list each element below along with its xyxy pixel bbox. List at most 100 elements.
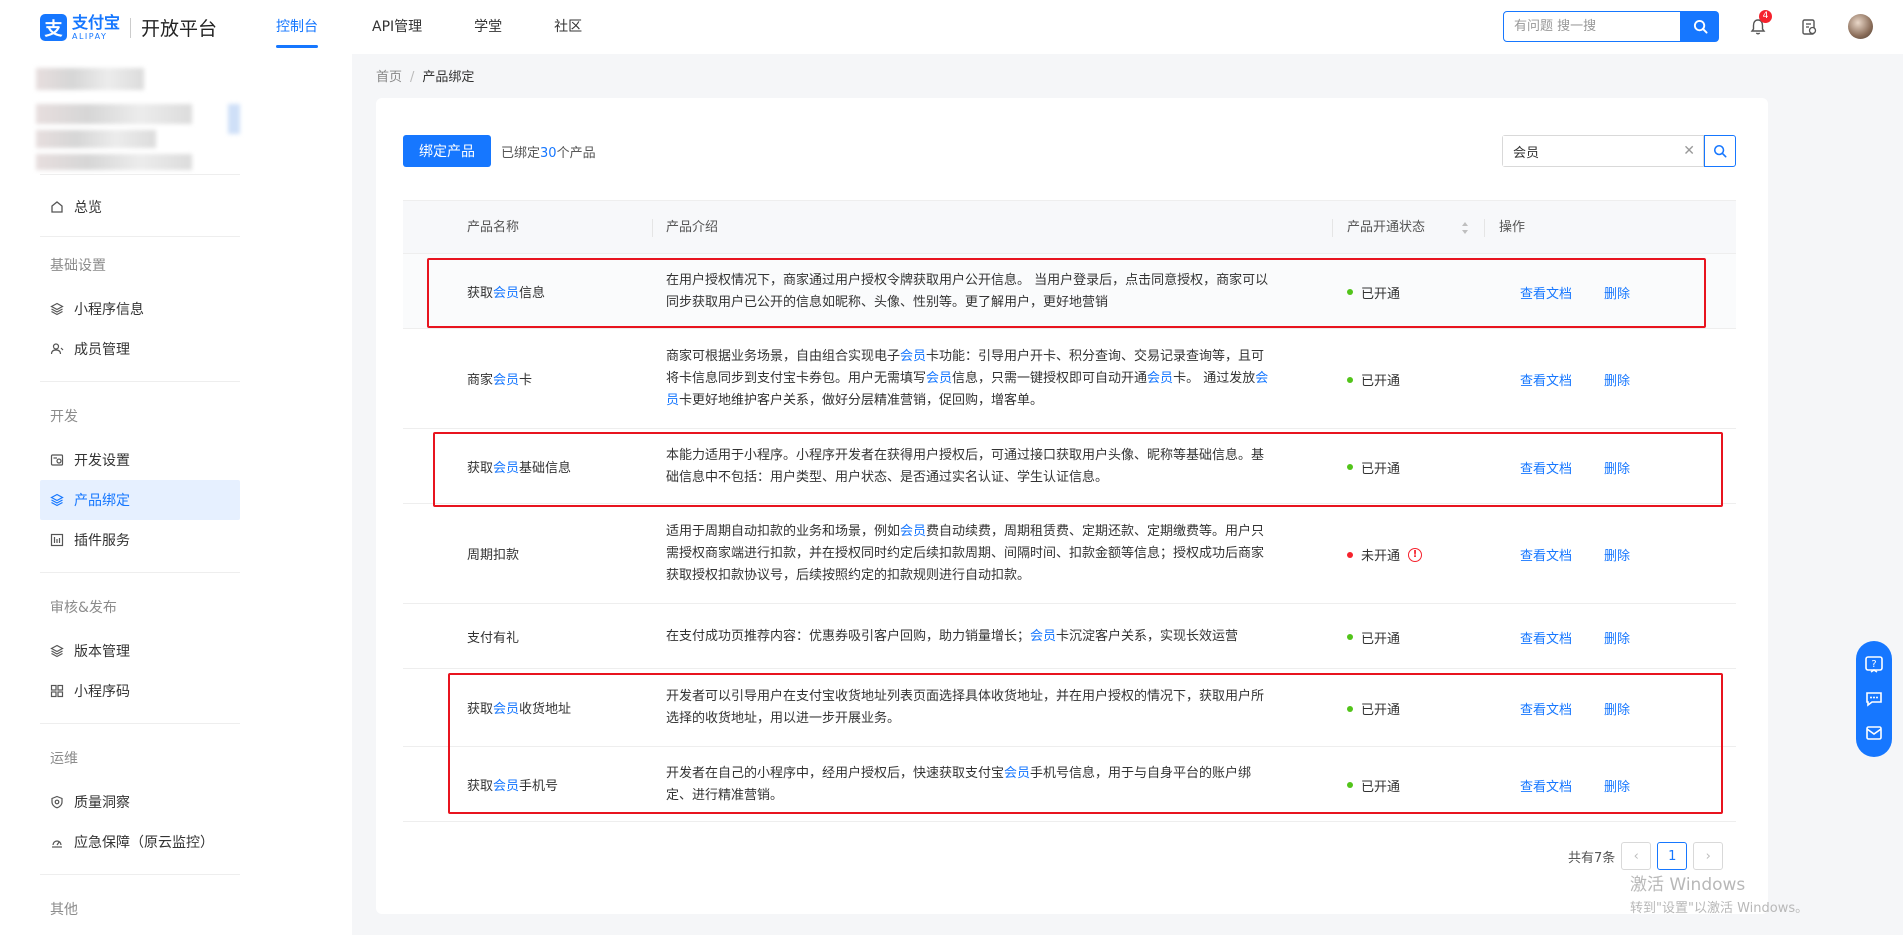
sidebar-item-0[interactable]: 小程序信息 [40,289,240,329]
page-1-button[interactable]: 1 [1657,842,1688,870]
view-docs-link[interactable]: 查看文档 [1520,628,1572,647]
tasks-button[interactable] [1796,14,1822,40]
sidebar-item-8[interactable]: 应急保障（原云监控） [40,822,240,862]
view-docs-link[interactable]: 查看文档 [1520,545,1572,564]
product-description: 在用户授权情况下，商家通过用户授权令牌获取用户公开信息。 当用户登录后，点击同意… [666,270,1316,314]
sidebar-item-5[interactable]: 版本管理 [40,631,240,671]
product-description: 适用于周期自动扣款的业务和场景，例如会员费自动续费，周期租赁费、定期还款、定期缴… [666,521,1316,587]
sidebar-divider [40,174,240,175]
user-avatar[interactable] [1848,14,1873,39]
product-filter-search-button[interactable] [1704,135,1736,167]
sidebar-item-6[interactable]: 小程序码 [40,671,240,711]
bind-product-button[interactable]: 绑定产品 [403,135,491,167]
nav-tab-2[interactable]: 学堂 [458,0,518,54]
keyword-highlight: 会员 [493,285,520,301]
row-actions: 查看文档 删除 [1520,699,1662,718]
description-text: 在支付成功页推荐内容：优惠券吸引客户回购，助力销量增长； [666,628,1031,644]
delete-link[interactable]: 删除 [1604,628,1630,647]
sidebar-item-label: 小程序码 [74,684,130,700]
keyword-highlight: 会员 [493,373,520,388]
product-name-text: 获取 [467,285,494,301]
row-actions: 查看文档 删除 [1520,545,1662,564]
status-text: 已开通 [1361,374,1401,389]
sidebar-item-label: 应急保障（原云监控） [74,835,214,851]
delete-link[interactable]: 删除 [1604,283,1630,302]
description-text: 在用户授权情况下，商家通过用户授权令牌获取用户公开信息。 当用户登录后，点击同意… [666,272,1269,288]
view-docs-link[interactable]: 查看文档 [1520,458,1572,477]
col-product-name: 产品名称 [467,220,520,235]
sidebar-item-1[interactable]: 成员管理 [40,329,240,369]
keyword-highlight: 会员 [926,371,953,386]
view-docs-link[interactable]: 查看文档 [1520,370,1572,389]
product-name-text: 收货地址 [519,702,572,717]
sidebar-item-4[interactable]: 插件服务 [40,520,240,560]
product-name: 获取会员手机号 [467,775,558,794]
clear-icon[interactable]: ✕ [1683,143,1695,159]
description-text: 开发者在自己的小程序中，经用户授权后，快速获取支付宝 [666,765,1005,781]
status-badge: 已开通 [1347,628,1400,647]
product-filter-input[interactable] [1503,136,1673,166]
status-dot-icon [1347,289,1353,295]
sidebar-item-label: 版本管理 [74,644,130,660]
global-search-button[interactable] [1681,11,1719,42]
product-filter[interactable]: ✕ [1502,135,1704,167]
sidebar-group-title: 运维 [50,751,78,767]
prev-page-button[interactable]: ‹ [1621,842,1652,870]
status-badge: 已开通 [1347,699,1400,718]
notification-badge: 4 [1759,10,1772,23]
description-line: 选择的收货地址，用以进一步开展业务。 [666,708,1316,730]
chat-icon[interactable] [1865,690,1883,708]
next-page-button[interactable]: › [1693,842,1724,870]
help-icon[interactable]: ? [1865,656,1883,674]
platform-title: 开放平台 [141,18,218,40]
delete-link[interactable]: 删除 [1604,545,1630,564]
nav-tab-1[interactable]: API管理 [356,0,438,54]
status-text: 已开通 [1361,631,1401,647]
description-text: 适用于周期自动扣款的业务和场景，例如 [666,524,901,539]
sidebar-item-7[interactable]: 质量洞察 [40,782,240,822]
product-name: 获取会员信息 [467,282,545,301]
gauge-icon [50,835,64,849]
sidebar-item-overview[interactable]: 总览 [40,187,240,227]
info-icon[interactable]: ! [1408,547,1423,562]
sidebar-item-2[interactable]: 开发设置 [40,440,240,480]
nav-tab-3[interactable]: 社区 [538,0,598,54]
description-text: 获取授权扣款协议号，后续按照约定的扣款规则进行自动扣款。 [666,568,1031,583]
sort-icon[interactable] [1461,221,1469,235]
global-search-input[interactable] [1504,12,1680,41]
table-header: 产品名称 产品介绍 产品开通状态 操作 [403,200,1736,254]
global-search[interactable] [1503,11,1681,42]
view-docs-link[interactable]: 查看文档 [1520,776,1572,795]
row-actions: 查看文档 删除 [1520,776,1662,795]
layers-icon [50,644,64,658]
description-line: 员卡更好地维护客户关系，做好分层精准营销，促回购，增客单。 [666,390,1316,412]
description-text: 础信息中不包括：用户类型、用户状态、是否通过实名认证、学生认证信息。 [666,469,1109,485]
product-table: 产品名称 产品介绍 产品开通状态 操作 获取会员信息 在用户授权情况下，商家通过用… [403,200,1736,822]
view-docs-link[interactable]: 查看文档 [1520,283,1572,302]
sidebar-item-3[interactable]: 产品绑定 [40,480,240,520]
top-bar: 支 支付宝 ALIPAY 开放平台 控制台 API管理学堂社区 4 [0,0,1903,54]
delete-link[interactable]: 删除 [1604,458,1630,477]
alipay-logo-mark: 支 [40,14,67,41]
status-text: 已开通 [1361,703,1401,718]
delete-link[interactable]: 删除 [1604,699,1630,718]
watermark-line-2: 转到"设置"以激活 Windows。 [1630,901,1809,916]
product-description: 开发者在自己的小程序中，经用户授权后，快速获取支付宝会员手机号信息，用于与自身平… [666,763,1316,807]
delete-link[interactable]: 删除 [1604,370,1630,389]
notification-button[interactable]: 4 [1745,10,1772,40]
product-binding-card: 绑定产品 已绑定30个产品 ✕ 产品名称 产品介绍 产品开通状态 操作 获取会员… [376,98,1768,914]
product-description: 在支付成功页推荐内容：优惠券吸引客户回购，助力销量增长；会员卡沉淀客户关系，实现… [666,626,1316,648]
col-product-intro: 产品介绍 [666,220,719,235]
view-docs-link[interactable]: 查看文档 [1520,699,1572,718]
alipay-logo[interactable]: 支 支付宝 ALIPAY 开放平台 [40,14,217,41]
brand-cn: 支付宝 [72,12,121,32]
description-text: 同步获取用户已公开的信息如昵称、头像、性别等。更了解用户，更好地营销 [666,294,1109,310]
status-badge: 已开通 [1347,283,1400,302]
pagination-total: 共有7条 [1568,850,1616,866]
nav-tab-0[interactable]: 控制台 [260,0,334,54]
feedback-icon[interactable] [1865,724,1883,742]
delete-link[interactable]: 删除 [1604,776,1630,795]
description-line: 获取授权扣款协议号，后续按照约定的扣款规则进行自动扣款。 [666,565,1316,587]
description-text: 需授权商家端进行扣款，并在授权同时约定后续扣款周期、间隔时间、扣款金额等信息；授… [666,546,1265,561]
breadcrumb-home[interactable]: 首页 [376,70,402,85]
